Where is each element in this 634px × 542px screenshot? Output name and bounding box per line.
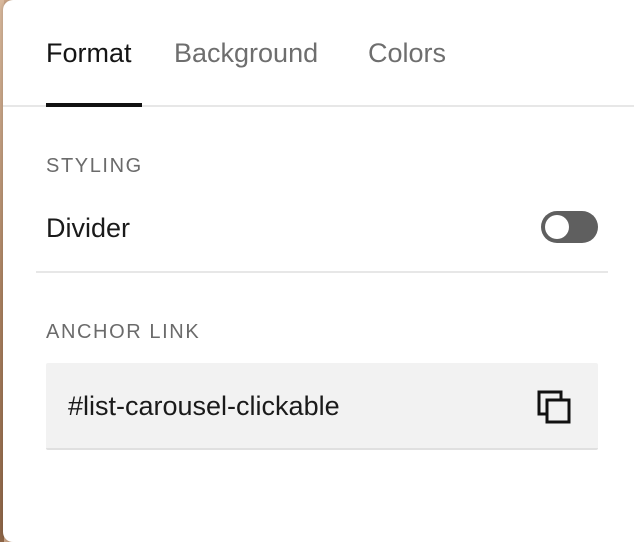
- copy-icon[interactable]: [534, 388, 574, 428]
- section-heading-styling: STYLING: [46, 155, 143, 177]
- toggle-knob: [545, 215, 569, 239]
- tab-bar: Format Background Colors: [3, 0, 634, 107]
- anchor-link-value[interactable]: #list-carousel-clickable: [68, 389, 340, 423]
- section-heading-anchor-link: ANCHOR LINK: [46, 321, 201, 343]
- anchor-link-field[interactable]: #list-carousel-clickable: [46, 363, 598, 450]
- active-tab-indicator: [46, 103, 142, 107]
- section-divider: [36, 271, 608, 273]
- tab-colors[interactable]: Colors: [368, 36, 446, 70]
- tab-format[interactable]: Format: [46, 36, 132, 70]
- divider-label: Divider: [46, 213, 131, 243]
- tab-background[interactable]: Background: [174, 36, 318, 70]
- divider-toggle[interactable]: [541, 211, 598, 243]
- block-settings-panel: Format Background Colors STYLING Divider…: [3, 0, 634, 542]
